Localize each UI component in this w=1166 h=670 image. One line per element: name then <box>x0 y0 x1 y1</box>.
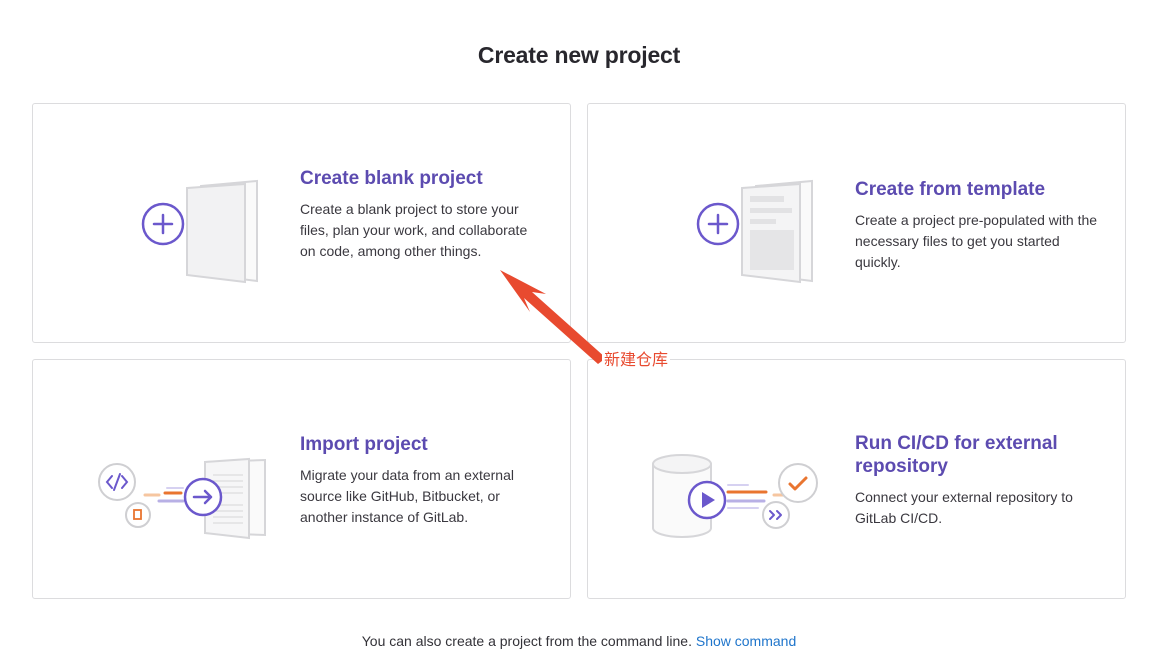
page-title: Create new project <box>477 42 681 68</box>
create-from-template-card[interactable]: Create from template Create a project pr… <box>587 103 1126 343</box>
import-project-title: Import project <box>300 434 428 455</box>
template-illustration-icon <box>696 179 813 284</box>
run-cicd-title: Run CI/CD for external repository <box>855 433 1058 477</box>
footer-text: You can also create a project from the c… <box>361 633 692 649</box>
import-project-description: Migrate your data from an external sourc… <box>300 467 514 525</box>
annotation-arrow-icon <box>500 270 606 364</box>
cicd-illustration-icon <box>652 454 818 538</box>
run-cicd-external-repo-card[interactable]: Run CI/CD for external repository Connec… <box>587 359 1126 599</box>
import-project-illustration-icon <box>98 457 266 540</box>
show-command-link[interactable]: Show command <box>696 633 796 649</box>
create-from-template-description: Create a project pre-populated with the … <box>855 212 1098 270</box>
import-project-card[interactable]: Import project Migrate your data from an… <box>32 359 571 599</box>
create-blank-project-title: Create blank project <box>300 168 483 189</box>
annotation-label: 新建仓库 <box>602 349 671 371</box>
run-cicd-description: Connect your external repository to GitL… <box>855 489 1073 526</box>
create-blank-project-description: Create a blank project to store your fil… <box>300 201 528 259</box>
footer-command-line-hint: You can also create a project from the c… <box>0 633 1158 649</box>
create-from-template-title: Create from template <box>855 179 1046 200</box>
blank-project-illustration-icon <box>141 179 258 284</box>
